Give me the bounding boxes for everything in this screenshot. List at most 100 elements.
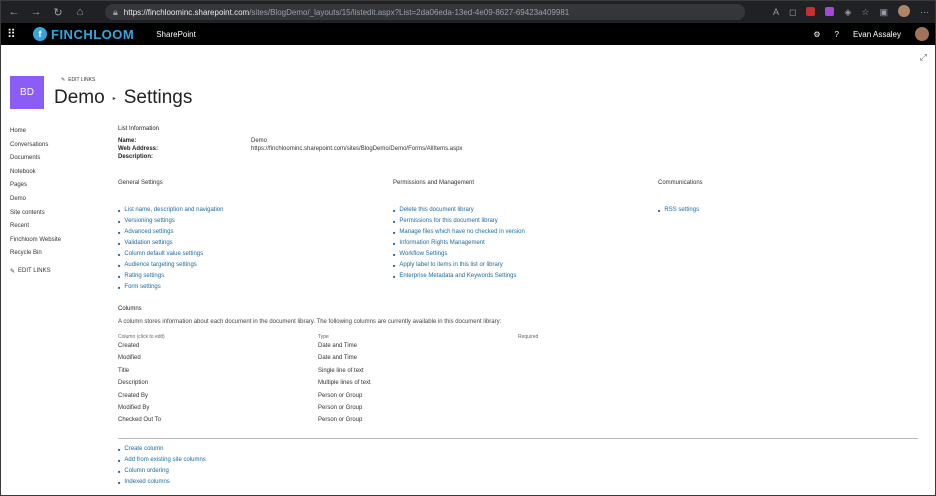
user-avatar[interactable] [915,27,929,41]
general-link[interactable]: ■ Audience targeting settings [118,260,223,271]
general-link-label: Validation settings [124,240,173,246]
table-row[interactable]: Title Single line of text [118,365,918,377]
home-icon[interactable]: ⌂ [73,6,87,18]
communications-link[interactable]: ■ RSS settings [658,205,703,216]
permissions-link[interactable]: ■ Enterprise Metadata and Keywords Settin… [393,271,525,282]
column-name[interactable]: Modified By [118,402,318,414]
profile-avatar[interactable] [898,5,910,19]
suite-actions: ⚙ ? Evan Assaley [813,27,929,41]
column-name[interactable]: Modified [118,352,318,364]
table-row[interactable]: Modified Date and Time [118,352,918,364]
edit-links-top[interactable]: ✎ EDIT LINKS [61,77,95,83]
column-type: Person or Group [318,392,363,399]
url-path: /sites/BlogDemo/_layouts/15/listedit.asp… [249,7,570,17]
refresh-icon[interactable]: ↻ [51,6,65,19]
url-host: https://finchloominc.sharepoint.com [123,7,250,17]
column-name[interactable]: Checked Out To [118,414,318,426]
communications-link-label: RSS settings [664,207,700,213]
table-row[interactable]: Created By Person or Group [118,390,918,402]
help-icon[interactable]: ? [835,30,839,39]
site-logo[interactable]: BD [10,76,44,109]
column-type: Multiple lines of text [318,380,371,387]
user-name[interactable]: Evan Assaley [853,30,901,39]
general-link[interactable]: ■ List name, description and navigation [118,205,223,216]
extension-purple-icon[interactable] [825,6,835,18]
general-settings: General Settings ■ List name, description… [118,180,223,293]
nav-item-notebook[interactable]: Notebook [10,167,61,181]
column-type: Person or Group [318,404,363,411]
extensions-icon[interactable]: ◈ [844,7,851,18]
nav-item-finchloom-website[interactable]: Finchloom Website [10,235,61,249]
permissions-link-label: Enterprise Metadata and Keywords Setting… [399,273,517,279]
description-label: Description: [118,154,154,160]
create-column-link[interactable]: ■ Create column [118,444,206,455]
collections-icon[interactable]: ▣ [879,7,888,18]
permissions-link[interactable]: ■ Manage files which have no checked in v… [393,227,525,238]
focus-mode-icon[interactable]: ⤢ [920,52,927,63]
table-row[interactable]: Description Multiple lines of text [118,377,918,389]
web-address-label: Web Address: [118,146,159,152]
brand-logo[interactable]: f FINCHLOOM [33,27,134,42]
general-link[interactable]: ■ Versioning settings [118,216,223,227]
general-link-label: Advanced settings [124,229,174,235]
column-name[interactable]: Created [118,340,318,352]
app-launcher-icon[interactable]: ⠿ [7,27,23,41]
general-settings-heading: General Settings [118,180,163,186]
table-row[interactable]: Modified By Person or Group [118,402,918,414]
browser-window: ← → ↻ ⌂ 🔒︎ https://finchloominc.sharepoi… [0,0,936,496]
nav-item-pages[interactable]: Pages [10,180,61,194]
reader-icon[interactable]: ◻ [789,7,796,18]
permissions-link[interactable]: ■ Apply label to items in this list or li… [393,260,525,271]
add-existing-columns-label: Add from existing site columns [124,457,206,463]
communications-heading: Communications [658,180,703,186]
site-title-link[interactable]: Demo [54,87,105,109]
nav-item-home[interactable]: Home [10,126,61,140]
general-link-label: Column default value settings [124,251,204,257]
read-aloud-icon[interactable]: A [773,7,779,17]
settings-gear-icon[interactable]: ⚙ [813,30,820,39]
column-ordering-link[interactable]: ■ Column ordering [118,466,206,477]
permissions-link-label: Information Rights Management [399,240,485,246]
left-navigation: Home Conversations Documents Notebook Pa… [10,126,61,275]
permissions-link-label: Manage files which have no checked in ve… [399,229,525,235]
more-icon[interactable]: ⋯ [920,7,929,18]
permissions-link-label: Workflow Settings [399,251,448,257]
edit-links-label: EDIT LINKS [68,77,96,83]
nav-item-documents[interactable]: Documents [10,153,61,167]
extension-red-icon[interactable] [806,6,816,18]
nav-item-site-contents[interactable]: Site contents [10,208,61,222]
suite-bar: ⠿ f FINCHLOOM SharePoint ⚙ ? Evan Assale… [1,23,935,45]
nav-item-recent[interactable]: Recent [10,221,61,235]
table-row[interactable]: Created Date and Time [118,340,918,352]
general-link[interactable]: ■ Column default value settings [118,249,223,260]
edit-links-nav[interactable]: ✎ EDIT LINKS [10,268,61,275]
indexed-columns-link[interactable]: ■ Indexed columns [118,477,206,488]
column-type: Person or Group [318,417,363,424]
general-link[interactable]: ■ Validation settings [118,238,223,249]
column-type: Single line of text [318,367,364,374]
permissions-link[interactable]: ■ Information Rights Management [393,238,525,249]
address-url[interactable]: https://finchloominc.sharepoint.com/site… [124,8,569,17]
permissions-link[interactable]: ■ Permissions for this document library [393,216,525,227]
forward-icon[interactable]: → [29,6,43,18]
nav-item-conversations[interactable]: Conversations [10,140,61,154]
general-link[interactable]: ■ Form settings [118,282,223,293]
general-link-label: List name, description and navigation [124,207,224,213]
general-link[interactable]: ■ Rating settings [118,271,223,282]
back-icon[interactable]: ← [7,6,21,18]
finchloom-logo-icon: f [33,27,47,41]
permissions-link[interactable]: ■ Workflow Settings [393,249,525,260]
column-name[interactable]: Description [118,377,318,389]
app-name[interactable]: SharePoint [156,30,196,39]
general-link[interactable]: ■ Advanced settings [118,227,223,238]
nav-item-demo[interactable]: Demo [10,194,61,208]
permissions-link[interactable]: ■ Delete this document library [393,205,525,216]
nav-item-recycle-bin[interactable]: Recycle Bin [10,248,61,262]
column-name[interactable]: Title [118,365,318,377]
address-bar[interactable]: 🔒︎ https://finchloominc.sharepoint.com/s… [105,4,745,20]
table-row[interactable]: Checked Out To Person or Group [118,414,918,426]
column-name[interactable]: Created By [118,390,318,402]
add-existing-columns-link[interactable]: ■ Add from existing site columns [118,455,206,466]
favorites-icon[interactable]: ☆ [861,7,869,18]
page-name: Settings [123,87,193,108]
